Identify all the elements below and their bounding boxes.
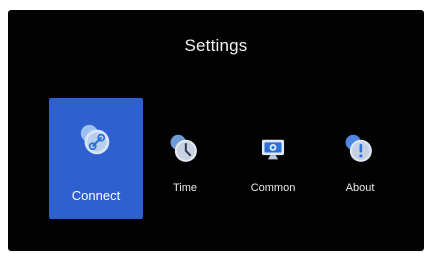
settings-panel: Settings Connect Time Common About — [8, 10, 424, 251]
tile-label: Time — [172, 182, 198, 194]
tile-about[interactable]: About — [335, 122, 385, 202]
tile-label: Common — [250, 182, 296, 194]
display-icon — [261, 139, 285, 160]
tile-connect[interactable]: Connect — [49, 98, 143, 219]
tile-common[interactable]: Common — [243, 122, 303, 202]
page-title: Settings — [184, 36, 248, 55]
settings-screen: Settings Connect Time Common About — [0, 0, 431, 253]
tile-time[interactable]: Time — [160, 122, 210, 202]
clock-icon — [170, 134, 197, 162]
link-icon — [80, 124, 110, 155]
tile-label: About — [345, 182, 375, 194]
info-icon — [345, 134, 372, 162]
tile-label: Connect — [71, 188, 121, 203]
